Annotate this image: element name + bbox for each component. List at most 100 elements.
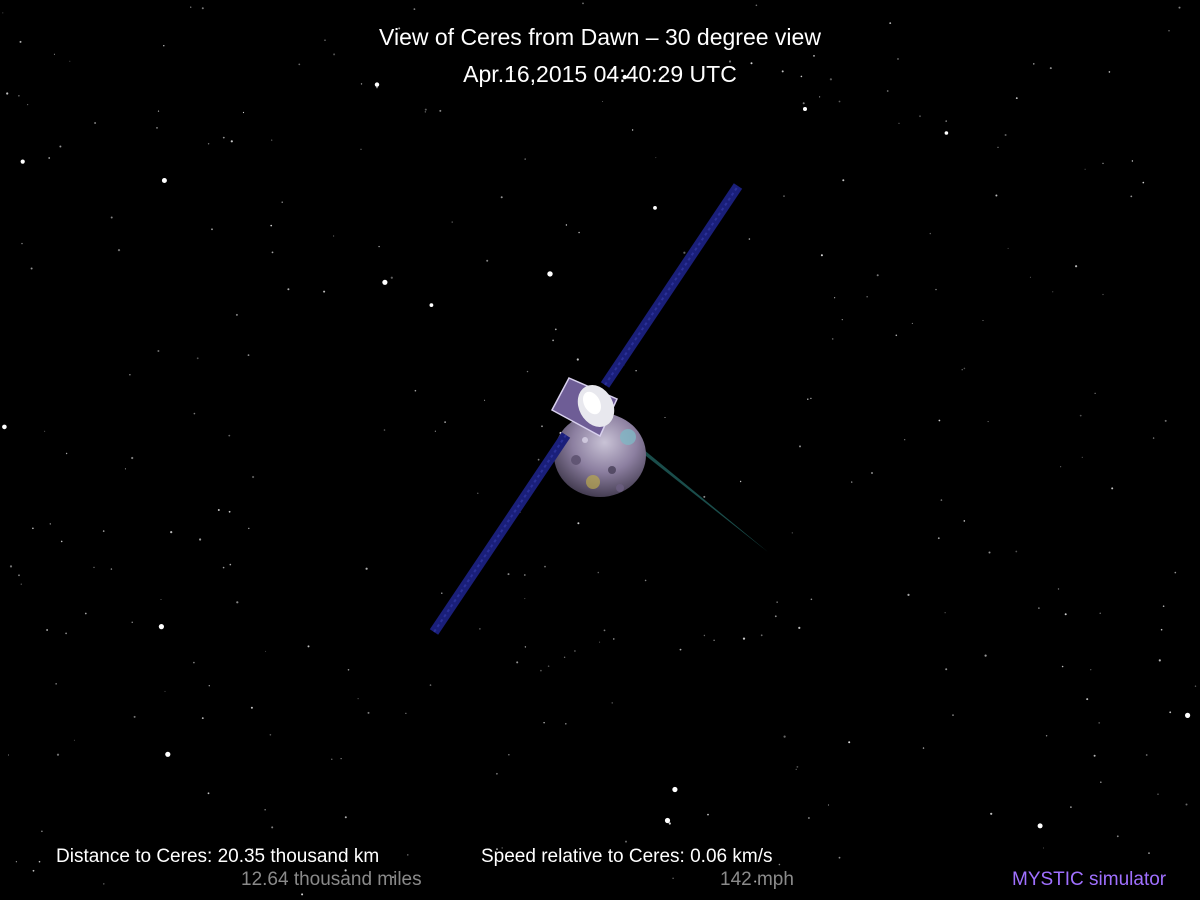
star [1098,722,1101,724]
star [544,565,546,568]
star [791,532,793,534]
star [496,772,498,775]
star [252,475,255,479]
star [333,53,336,56]
star [208,685,210,687]
star [93,566,95,569]
star [827,804,830,806]
star [554,328,557,331]
star [84,612,87,615]
star [193,661,195,664]
star [937,537,940,540]
star [739,480,742,483]
star [547,665,550,667]
star [802,102,805,105]
star [382,279,388,285]
star [20,159,25,164]
star [131,621,133,623]
star [1099,612,1101,614]
star [945,668,948,671]
star [365,567,368,570]
star [1162,605,1165,607]
star [831,338,834,340]
star [133,715,136,718]
star [664,817,671,824]
star [65,632,67,635]
star [222,136,225,139]
star [547,271,553,277]
speed-mph-readout: 142 mph [720,869,794,890]
star [929,232,931,235]
star [271,826,274,829]
star [611,702,613,704]
star [413,8,416,11]
star [952,714,954,716]
star [1093,754,1096,757]
star [895,334,898,337]
star [664,417,666,418]
star [795,768,797,771]
star [760,634,763,637]
star [196,357,199,360]
star [838,856,841,859]
star [1090,669,1092,671]
star [778,863,781,866]
star [1152,437,1155,439]
star [94,122,97,124]
speed-kms-readout: Speed relative to Ceres: 0.06 km/s [481,846,773,867]
star [537,458,540,461]
star [524,158,526,160]
star [672,786,678,793]
page-title: View of Ceres from Dawn – 30 degree view [379,24,821,50]
star [1148,852,1150,854]
star [8,754,9,756]
star [997,146,999,148]
star [73,739,75,741]
star [56,753,60,756]
star [360,148,362,150]
star [565,224,568,226]
star [131,456,134,460]
star [193,412,196,415]
star [653,206,657,210]
star [679,648,682,651]
star [158,624,164,630]
star [18,574,20,577]
star [755,4,758,7]
star [236,601,239,604]
star [810,397,812,400]
star [935,288,937,291]
star [207,792,210,795]
star [668,822,671,825]
star [190,6,192,8]
star [578,231,580,234]
star [46,629,48,631]
star [1102,293,1104,296]
star [807,398,809,400]
star [963,520,966,522]
star [820,254,823,257]
star [164,690,166,692]
star [713,639,715,641]
star [655,157,657,159]
star [984,654,987,657]
star [439,109,442,112]
star [486,259,489,262]
star [165,751,171,757]
timestamp: Apr.16,2015 04:40:29 UTC [463,61,737,87]
star [810,598,813,601]
star [1185,803,1188,806]
star [41,830,43,833]
star [703,495,706,498]
star [1075,265,1078,268]
star [1004,134,1007,136]
star [783,735,786,738]
star [44,430,46,432]
star [323,290,326,293]
star [32,527,34,530]
star [15,861,17,863]
space-scene [0,0,1200,900]
star [922,747,925,749]
star [1100,781,1102,783]
star [938,419,941,422]
